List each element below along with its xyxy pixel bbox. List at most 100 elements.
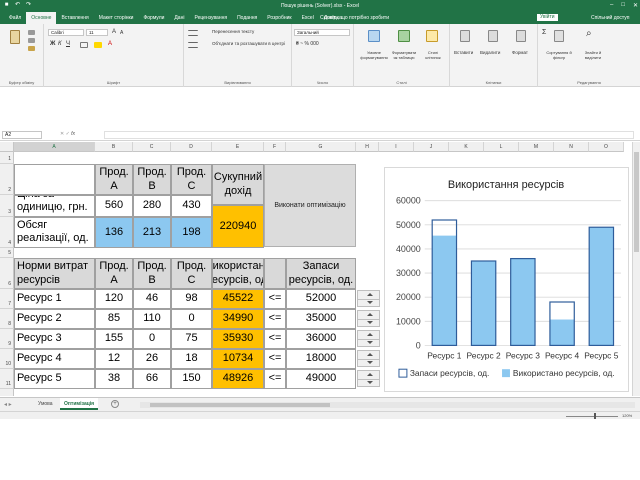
resource-1-used[interactable]: 45522	[212, 289, 264, 309]
resource-1-c[interactable]: 98	[171, 289, 212, 309]
header2-prod-a[interactable]: Прод. A	[95, 258, 133, 289]
column-header-m[interactable]: M	[519, 142, 554, 152]
resource-4-used[interactable]: 10734	[212, 349, 264, 369]
header2-prod-c[interactable]: Прод. C	[171, 258, 212, 289]
resource-4-a[interactable]: 12	[95, 349, 133, 369]
row-header-5[interactable]: 5	[0, 248, 14, 258]
column-header-e[interactable]: E	[212, 142, 264, 152]
maximize-icon[interactable]: □	[621, 2, 625, 9]
tab-page-layout[interactable]: Макет сторінки	[94, 12, 139, 24]
volume-a[interactable]: 136	[95, 217, 133, 248]
price-c[interactable]: 430	[171, 195, 212, 217]
vertical-scrollbar[interactable]	[632, 142, 640, 396]
column-header-g[interactable]: G	[286, 142, 356, 152]
tab-excel[interactable]: Excel	[297, 12, 319, 24]
column-header-c[interactable]: C	[133, 142, 171, 152]
column-header-b[interactable]: B	[95, 142, 133, 152]
close-icon[interactable]: ✕	[633, 2, 638, 9]
resource-4-stock[interactable]: 18000	[286, 349, 356, 369]
row-header-3[interactable]: 3	[0, 195, 14, 217]
resource-5-name[interactable]: Ресурс 5	[14, 369, 95, 389]
column-header-o[interactable]: O	[589, 142, 624, 152]
row-header-6[interactable]: 6	[0, 258, 14, 289]
column-header-h[interactable]: H	[356, 142, 379, 152]
resource-2-c[interactable]: 0	[171, 309, 212, 329]
select-all-corner[interactable]	[0, 142, 14, 152]
autosum-icon[interactable]: Σ	[542, 29, 546, 36]
label-price[interactable]: Ціна за одиницю, грн.	[14, 195, 95, 217]
sheet-tab-optymizatsiia[interactable]: Оптимізація	[60, 398, 99, 410]
resource-3-b[interactable]: 0	[133, 329, 171, 349]
format-as-table-icon[interactable]	[398, 30, 410, 42]
bar-used[interactable]	[432, 235, 457, 346]
bar-used[interactable]	[589, 227, 614, 346]
column-header-i[interactable]: I	[379, 142, 414, 152]
sheet-tab-umova[interactable]: Умова	[34, 398, 57, 410]
row-header-10[interactable]: 10	[0, 349, 14, 369]
tab-formulas[interactable]: Формули	[138, 12, 169, 24]
spin-down-icon[interactable]	[367, 321, 373, 324]
find-select-icon[interactable]: ⌕	[586, 28, 592, 39]
underline-icon[interactable]: Ч	[66, 41, 70, 47]
delete-cells-icon[interactable]	[488, 30, 498, 42]
row-header-2[interactable]: 2	[0, 164, 14, 195]
tab-home[interactable]: Основне	[26, 12, 57, 24]
resource-2-b[interactable]: 110	[133, 309, 171, 329]
header-prod-a[interactable]: Прод. A	[95, 164, 133, 195]
row-header-8[interactable]: 8	[0, 309, 14, 329]
resource-1-b[interactable]: 46	[133, 289, 171, 309]
format-cells-button[interactable]: Формат	[512, 50, 528, 55]
spin-up-icon[interactable]	[367, 353, 373, 356]
resource-1-stock[interactable]: 52000	[286, 289, 356, 309]
resource-1-op[interactable]: <=	[264, 289, 286, 309]
row-header-7[interactable]: 7	[0, 289, 14, 309]
align-top-icon[interactable]	[188, 30, 198, 36]
resource-5-op[interactable]: <=	[264, 369, 286, 389]
tab-file[interactable]: Файл	[4, 12, 26, 24]
spin-button-resource-2[interactable]	[357, 310, 380, 327]
fill-color-icon[interactable]	[94, 42, 102, 48]
tell-me-box[interactable]: Скажіть, що потрібно зробити	[320, 15, 389, 21]
format-as-table-button[interactable]: Форматувати як таблицю	[390, 50, 418, 60]
paste-icon[interactable]	[10, 30, 20, 44]
resource-4-name[interactable]: Ресурс 4	[14, 349, 95, 369]
fx-icon[interactable]: ✕ ✓ fx	[60, 131, 75, 137]
wrap-text-button[interactable]: Перенесення тексту	[212, 29, 254, 34]
horizontal-scroll-thumb[interactable]	[150, 403, 330, 407]
resource-1-a[interactable]: 120	[95, 289, 133, 309]
run-optimization-button[interactable]: Виконати оптимізацію	[264, 164, 356, 247]
spin-button-resource-4[interactable]	[357, 350, 380, 367]
resource-5-b[interactable]: 66	[133, 369, 171, 389]
resource-2-a[interactable]: 85	[95, 309, 133, 329]
grow-font-icon[interactable]: A	[112, 29, 116, 35]
header-used[interactable]: Використано ресурсів, од.	[212, 258, 264, 289]
name-box[interactable]: A2	[2, 131, 42, 139]
sort-filter-button[interactable]: Сортування й фільтр	[542, 50, 576, 60]
resource-4-c[interactable]: 18	[171, 349, 212, 369]
resource-3-name[interactable]: Ресурс 3	[14, 329, 95, 349]
column-header-l[interactable]: L	[484, 142, 519, 152]
resource-usage-chart[interactable]: Використання ресурсів 0 10000 20000 30000 400…	[384, 167, 629, 392]
column-header-j[interactable]: J	[414, 142, 449, 152]
bar-used[interactable]	[510, 258, 536, 346]
format-painter-icon[interactable]	[28, 46, 35, 51]
spin-up-icon[interactable]	[367, 373, 373, 376]
spin-down-icon[interactable]	[367, 341, 373, 344]
bar-used[interactable]	[549, 319, 575, 346]
cell-a2[interactable]	[14, 164, 95, 195]
conditional-formatting-button[interactable]: Умовне форматування	[358, 50, 390, 60]
price-b[interactable]: 280	[133, 195, 171, 217]
align-left-icon[interactable]	[188, 42, 198, 48]
formula-input[interactable]	[104, 131, 634, 139]
conditional-formatting-icon[interactable]	[368, 30, 380, 42]
font-name-select[interactable]: Calibri	[48, 29, 84, 36]
resource-3-c[interactable]: 75	[171, 329, 212, 349]
copy-icon[interactable]	[28, 38, 35, 43]
insert-cells-icon[interactable]	[460, 30, 470, 42]
minimize-icon[interactable]: –	[610, 2, 613, 9]
row-header-4[interactable]: 4	[0, 217, 14, 248]
row-header-11[interactable]: 11	[0, 369, 14, 389]
number-format-select[interactable]: Загальний	[294, 29, 350, 36]
header-stock[interactable]: Запаси ресурсів, од.	[286, 258, 356, 289]
resource-3-op[interactable]: <=	[264, 329, 286, 349]
